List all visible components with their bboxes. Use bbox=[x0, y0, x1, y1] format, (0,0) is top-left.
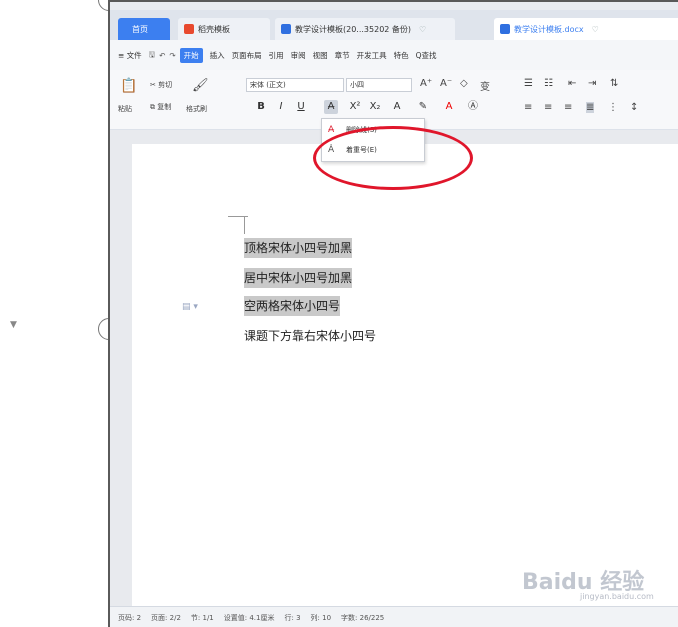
number-list-icon[interactable]: ☷ bbox=[544, 78, 553, 89]
font-name-value: 宋体 (正文) bbox=[250, 81, 286, 89]
cut-label: 剪切 bbox=[158, 81, 173, 89]
undo-icon[interactable]: ↶ bbox=[159, 51, 165, 60]
tab-doc1[interactable]: 教学设计模板(20...35202 备份) ♡ bbox=[275, 18, 455, 40]
menu-start[interactable]: 开始 bbox=[179, 47, 203, 63]
sort-icon[interactable]: ⇅ bbox=[610, 78, 618, 89]
bullet-list-icon[interactable]: ☰ bbox=[524, 78, 533, 89]
tab-daoke[interactable]: 稻壳模板 bbox=[178, 18, 270, 40]
menu-chapter[interactable]: 章节 bbox=[335, 50, 350, 61]
doc-line-1[interactable]: 顶格宋体小四号加黑 bbox=[244, 238, 353, 258]
status-page: 页码: 2 bbox=[118, 613, 142, 622]
menu-search[interactable]: Q查找 bbox=[416, 50, 437, 61]
align-center-icon[interactable]: ≡ bbox=[544, 102, 552, 113]
doc-line-4[interactable]: 课题下方靠右宋体小四号 bbox=[244, 326, 376, 346]
italic-icon[interactable]: I bbox=[274, 100, 288, 114]
writer-icon bbox=[281, 24, 291, 34]
collapse-arrow-icon[interactable]: ▼ bbox=[10, 320, 17, 330]
watermark-domain: jingyan.baidu.com bbox=[580, 592, 654, 601]
tab-doc1-label: 教学设计模板(20...35202 备份) bbox=[295, 24, 412, 34]
text-effect-icon[interactable]: A bbox=[390, 100, 404, 114]
menu-view[interactable]: 视图 bbox=[313, 50, 328, 61]
redo-icon[interactable]: ↷ bbox=[169, 51, 175, 60]
tab-doc2-label: 教学设计模板.docx bbox=[514, 24, 584, 34]
save-icon[interactable]: 🖫 bbox=[149, 49, 155, 62]
tab-bar: 首页 稻壳模板 教学设计模板(20...35202 备份) ♡ 教学设计模板.do… bbox=[110, 10, 678, 40]
indent-increase-icon[interactable]: ⇥ bbox=[588, 78, 596, 89]
status-bar: 页码: 2 页面: 2/2 节: 1/1 设置值: 4.1厘米 行: 3 列: … bbox=[110, 606, 678, 627]
format-painter-icon[interactable]: 🖌 bbox=[192, 78, 209, 93]
align-left-icon[interactable]: ≡ bbox=[524, 102, 532, 113]
grow-font-icon[interactable]: A⁺ bbox=[420, 78, 432, 89]
paste-label[interactable]: 粘贴 bbox=[118, 104, 132, 114]
menu-insert[interactable]: 插入 bbox=[210, 50, 225, 61]
format-painter-label[interactable]: 格式刷 bbox=[186, 104, 207, 114]
menu-special[interactable]: 特色 bbox=[394, 50, 409, 61]
superscript-icon[interactable]: X² bbox=[348, 100, 362, 114]
status-setting: 设置值: 4.1厘米 bbox=[223, 613, 275, 622]
indent-decrease-icon[interactable]: ⇤ bbox=[568, 78, 576, 89]
char-border-icon[interactable]: Ⓐ bbox=[466, 100, 480, 114]
tab-home-label: 首页 bbox=[132, 24, 148, 34]
font-size-value: 小四 bbox=[350, 81, 364, 89]
font-color-icon[interactable]: A bbox=[442, 100, 456, 114]
status-col: 列: 10 bbox=[310, 613, 332, 622]
underline-icon[interactable]: U bbox=[294, 100, 308, 114]
distribute-icon[interactable]: ⋮ bbox=[608, 102, 618, 113]
copy-label: 复制 bbox=[157, 103, 172, 111]
menu-developer[interactable]: 开发工具 bbox=[357, 50, 387, 61]
line-spacing-icon[interactable]: ↕ bbox=[630, 102, 638, 113]
wps-window: 首页 稻壳模板 教学设计模板(20...35202 备份) ♡ 教学设计模板.do… bbox=[108, 0, 678, 627]
align-right-icon[interactable]: ≡ bbox=[564, 102, 572, 113]
menu-file[interactable]: ≡ 文件 bbox=[118, 50, 142, 61]
status-words: 字数: 26/225 bbox=[341, 613, 385, 622]
menu-references[interactable]: 引用 bbox=[269, 50, 284, 61]
document-page[interactable] bbox=[132, 144, 678, 608]
status-row: 行: 3 bbox=[284, 613, 301, 622]
paste-icon[interactable]: 📋 bbox=[120, 78, 137, 94]
writer-icon bbox=[500, 24, 510, 34]
copy-button[interactable]: ⧉ 复制 bbox=[150, 102, 171, 112]
tab-daoke-label: 稻壳模板 bbox=[198, 24, 230, 34]
font-size-select[interactable]: 小四 bbox=[346, 78, 412, 92]
tab-home[interactable]: 首页 bbox=[118, 18, 170, 40]
status-pages: 页面: 2/2 bbox=[151, 613, 181, 622]
slide-canvas: ▼ 首页 稻壳模板 教学设计模板(20...35202 备份) ♡ 教学设计模板.… bbox=[0, 0, 678, 627]
shrink-font-icon[interactable]: A⁻ bbox=[440, 78, 452, 89]
phonetic-icon[interactable]: 变 bbox=[480, 78, 490, 93]
cut-button[interactable]: ✂ 剪切 bbox=[150, 80, 172, 90]
bold-icon[interactable]: B bbox=[254, 100, 268, 114]
crop-mark bbox=[228, 216, 248, 217]
highlight-icon[interactable]: ✎ bbox=[416, 100, 430, 114]
subscript-icon[interactable]: X₂ bbox=[368, 100, 382, 114]
clear-format-icon[interactable]: ◇ bbox=[460, 78, 468, 89]
paragraph-handle-icon[interactable]: ▤ ▾ bbox=[182, 302, 198, 312]
tab-pin-icon[interactable]: ♡ bbox=[592, 25, 599, 34]
daoke-icon bbox=[184, 24, 194, 34]
doc-line-2[interactable]: 居中宋体小四号加黑 bbox=[244, 268, 353, 288]
menu-layout[interactable]: 页面布局 bbox=[232, 50, 262, 61]
tab-pin-icon[interactable]: ♡ bbox=[419, 25, 426, 34]
menu-review[interactable]: 审阅 bbox=[291, 50, 306, 61]
font-name-select[interactable]: 宋体 (正文) bbox=[246, 78, 344, 92]
strikethrough-dropdown-icon[interactable]: A̶ bbox=[324, 100, 338, 114]
justify-icon[interactable]: ≣ bbox=[586, 102, 595, 113]
tab-doc2[interactable]: 教学设计模板.docx ♡ bbox=[494, 18, 678, 40]
annotation-circle bbox=[313, 126, 473, 190]
crop-mark bbox=[244, 216, 245, 234]
menu-bar: ≡ 文件 🖫 ↶ ↷ 开始 插入 页面布局 引用 审阅 视图 章节 开发工具 特… bbox=[110, 40, 678, 70]
doc-line-3[interactable]: 空两格宋体小四号 bbox=[244, 296, 341, 316]
status-section: 节: 1/1 bbox=[190, 613, 214, 622]
